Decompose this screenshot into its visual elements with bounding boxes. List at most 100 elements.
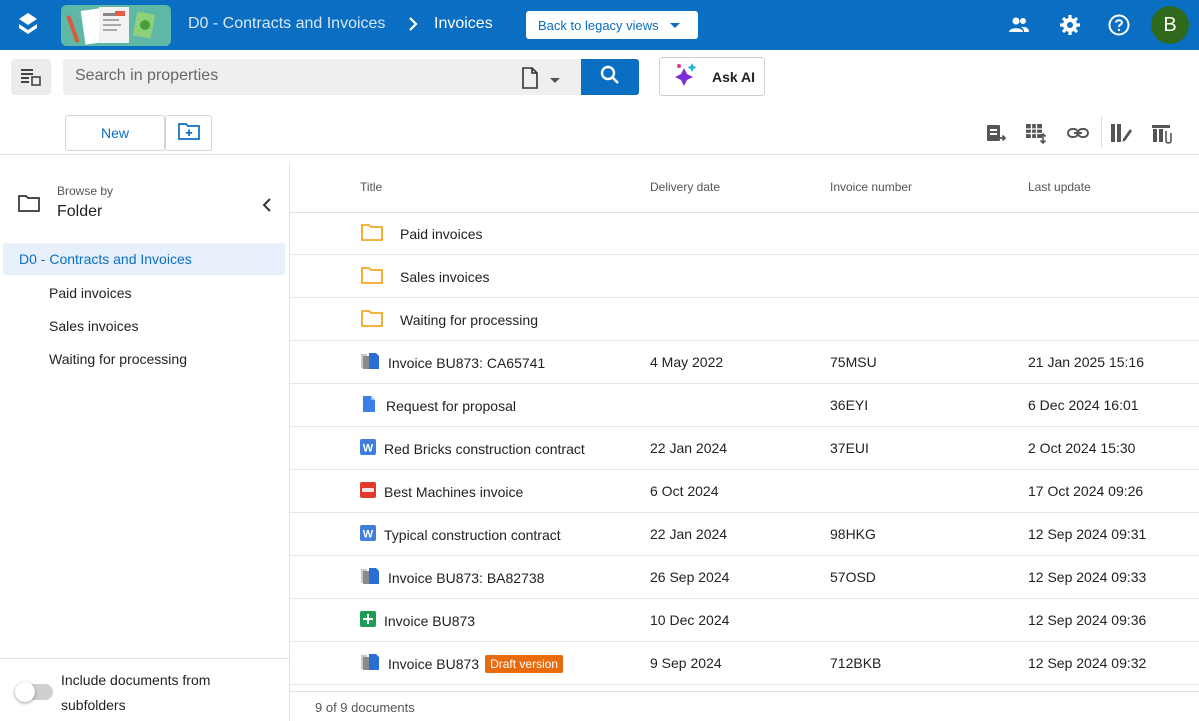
- folder-icon: [360, 265, 384, 288]
- column-header-delivery-date[interactable]: Delivery date: [650, 180, 720, 194]
- ai-sparkle-icon: [674, 62, 698, 91]
- tree-item-sales-invoices[interactable]: Sales invoices: [49, 318, 139, 334]
- row-title: Invoice BU873: [384, 612, 476, 629]
- word-file-icon: W: [360, 439, 376, 458]
- chevron-down-icon: [669, 18, 681, 33]
- title-cell: Invoice BU873: [360, 599, 475, 642]
- title-cell: Paid invoices: [360, 212, 483, 255]
- pdf-file-icon: [360, 482, 376, 501]
- legacy-views-label: Back to legacy views: [538, 17, 659, 33]
- multi-file-icon: [360, 567, 380, 588]
- top-bar: D0 - Contracts and Invoices Invoices Bac…: [0, 0, 1199, 50]
- title-cell: Sales invoices: [360, 255, 490, 298]
- row-title: Typical construction contract: [384, 526, 561, 543]
- row-title: Invoice BU873: [388, 655, 480, 672]
- gear-icon[interactable]: [1058, 13, 1082, 37]
- row-title: Request for proposal: [386, 397, 516, 414]
- table-footer-divider: [290, 691, 1199, 692]
- column-header-invoice-number[interactable]: Invoice number: [830, 180, 912, 194]
- toggle-knob: [15, 682, 35, 702]
- link-icon[interactable]: [1066, 121, 1090, 145]
- invoice-number-cell: 98HKG: [830, 526, 876, 542]
- app-logo-icon[interactable]: [14, 11, 42, 39]
- last-update-cell: 12 Sep 2024 09:36: [1028, 612, 1147, 628]
- title-cell: Waiting for processing: [360, 298, 538, 341]
- vault-thumbnail[interactable]: [61, 5, 171, 46]
- table-row-document[interactable]: Best Machines invoice 6 Oct 2024 17 Oct …: [290, 470, 1199, 513]
- table-row-document[interactable]: Invoice BU873: BA82738 26 Sep 2024 57OSD…: [290, 556, 1199, 599]
- table-row-document[interactable]: Invoice BU873: CA65741 4 May 2022 75MSU …: [290, 341, 1199, 384]
- legacy-views-button[interactable]: Back to legacy views: [526, 11, 698, 39]
- multi-file-icon: [360, 352, 380, 373]
- folder-icon: [360, 222, 384, 245]
- title-cell: W Red Bricks construction contract: [360, 427, 585, 470]
- browse-mode-selector[interactable]: Folder: [57, 203, 102, 221]
- delivery-date-cell: 22 Jan 2024: [650, 526, 728, 542]
- table-row-document[interactable]: W Red Bricks construction contract 22 Ja…: [290, 427, 1199, 470]
- ask-ai-label: Ask AI: [712, 68, 756, 85]
- title-cell: Invoice BU873: CA65741: [360, 341, 545, 384]
- help-icon[interactable]: [1107, 13, 1131, 37]
- word-file-icon: W: [360, 525, 376, 544]
- sidebar-footer-divider: [0, 658, 289, 659]
- search-properties-toggle-icon[interactable]: [11, 59, 51, 95]
- export-table-icon[interactable]: [984, 121, 1008, 145]
- delivery-date-cell: 4 May 2022: [650, 354, 724, 370]
- last-update-cell: 2 Oct 2024 15:30: [1028, 440, 1136, 456]
- search-button[interactable]: [581, 59, 639, 95]
- table-row-document[interactable]: W Typical construction contract 22 Jan 2…: [290, 513, 1199, 556]
- toolbar-divider-line: [0, 154, 1199, 155]
- title-cell: Best Machines invoice: [360, 470, 523, 513]
- row-title: Sales invoices: [400, 268, 490, 285]
- search-icon: [600, 65, 620, 90]
- draft-version-badge: Draft version: [485, 654, 564, 673]
- users-icon[interactable]: [1007, 13, 1031, 37]
- last-update-cell: 12 Sep 2024 09:31: [1028, 526, 1147, 542]
- invoice-number-cell: 712BKB: [830, 655, 882, 671]
- delivery-date-cell: 9 Sep 2024: [650, 655, 722, 671]
- column-header-last-update[interactable]: Last update: [1028, 180, 1091, 194]
- include-subfolders-toggle[interactable]: [15, 682, 53, 702]
- last-update-cell: 17 Oct 2024 09:26: [1028, 483, 1144, 499]
- attachment-columns-icon[interactable]: [1150, 121, 1174, 145]
- doc-file-icon: [360, 395, 378, 416]
- column-header-title[interactable]: Title: [360, 180, 382, 194]
- include-subfolders-label: Include documents from subfolders: [61, 672, 211, 713]
- table-row-document[interactable]: Invoice BU873 Draft version 9 Sep 2024 7…: [290, 642, 1199, 685]
- tree-item-waiting-for-processing[interactable]: Waiting for processing: [49, 351, 187, 367]
- sheet-file-icon: [360, 611, 376, 630]
- breadcrumb-chevron-icon: [406, 12, 422, 41]
- table-row-folder[interactable]: Waiting for processing: [290, 298, 1199, 341]
- search-input[interactable]: [75, 67, 495, 85]
- user-avatar[interactable]: B: [1151, 6, 1189, 44]
- table-row-folder[interactable]: Sales invoices: [290, 255, 1199, 298]
- tree-item-root[interactable]: D0 - Contracts and Invoices: [3, 243, 285, 275]
- table-row-folder[interactable]: Paid invoices: [290, 212, 1199, 255]
- table-row-document[interactable]: Invoice BU873 10 Dec 2024 12 Sep 2024 09…: [290, 599, 1199, 642]
- folder-icon: [360, 308, 384, 331]
- delivery-date-cell: 6 Oct 2024: [650, 483, 719, 499]
- ask-ai-button[interactable]: Ask AI: [659, 57, 765, 96]
- edit-columns-icon[interactable]: [1109, 121, 1133, 145]
- row-title: Best Machines invoice: [384, 483, 524, 500]
- svg-text:W: W: [363, 529, 374, 541]
- multi-file-icon: [360, 653, 380, 674]
- delivery-date-cell: 26 Sep 2024: [650, 569, 730, 585]
- document-type-filter[interactable]: [521, 67, 561, 94]
- table-row-document[interactable]: Request for proposal 36EYI 6 Dec 2024 16…: [290, 384, 1199, 427]
- tree-item-paid-invoices[interactable]: Paid invoices: [49, 285, 132, 301]
- collapse-sidebar-icon[interactable]: [258, 196, 276, 219]
- new-folder-button[interactable]: [165, 115, 212, 151]
- breadcrumb-vault[interactable]: D0 - Contracts and Invoices: [188, 15, 385, 33]
- column-settings-icon[interactable]: [1024, 121, 1048, 145]
- toolbar-divider: [1101, 116, 1102, 148]
- delivery-date-cell: 10 Dec 2024: [650, 612, 730, 628]
- last-update-cell: 12 Sep 2024 09:33: [1028, 569, 1147, 585]
- search-box: [63, 59, 581, 95]
- document-count: 9 of 9 documents: [315, 700, 415, 715]
- new-button[interactable]: New: [65, 115, 165, 151]
- row-title: Invoice BU873: BA82738: [388, 569, 545, 586]
- row-title: Waiting for processing: [400, 311, 538, 328]
- invoice-number-cell: 36EYI: [830, 397, 869, 413]
- row-title: Paid invoices: [400, 225, 483, 242]
